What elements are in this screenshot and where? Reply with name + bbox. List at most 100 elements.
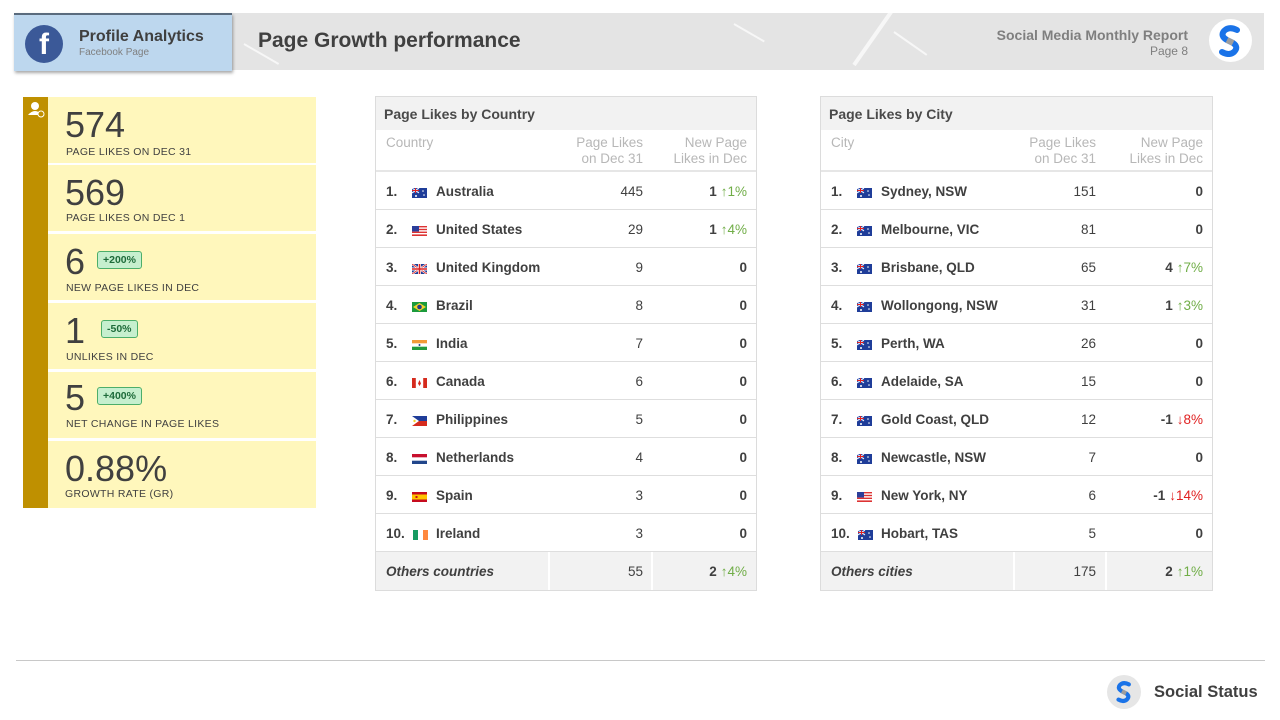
row-new-likes: 0 [739,298,747,313]
new-likes-value: 0 [739,298,747,313]
social-status-logo-icon [1209,19,1252,62]
row-page-likes: 55 [627,564,643,579]
new-likes-value: 0 [739,450,747,465]
table-row: 7. Gold Coast, QLD 12 -1 ↓8% [821,400,1212,438]
row-page-likes: 29 [627,222,643,237]
table-row: 10. Hobart, TAS 5 0 [821,514,1212,552]
row-name: Philippines [436,412,509,427]
kpi-accent-strip [23,97,48,508]
australia-flag-icon [856,376,872,388]
arrow-down-icon: ↓8% [1176,412,1203,427]
facebook-icon: f [25,25,63,63]
new-likes-value: 0 [1195,336,1203,351]
row-new-likes: 1 ↑3% [1165,298,1203,313]
table-row: 6. Canada 6 0 [376,362,756,400]
kpi-label: UNLIKES IN DEC [66,351,154,363]
row-page-likes: 65 [1080,260,1096,275]
row-name: New York, NY [881,488,968,503]
new-likes-value: 0 [1195,222,1203,237]
united-kingdom-flag-icon [411,262,428,275]
row-new-likes: 0 [739,260,747,275]
table-row-others: Others cities 175 2 ↑1% [821,552,1212,590]
new-likes-value: 2 [709,564,717,579]
row-rank: 1. [386,184,398,199]
row-name: Wollongong, NSW [881,298,998,313]
kpi-label: PAGE LIKES ON DEC 1 [66,212,186,224]
table-row: 4. Brazil 8 0 [376,286,756,324]
row-rank: 4. [831,298,843,313]
row-name: Others countries [386,564,495,579]
kpi-value: 5 [65,377,86,418]
column-header-city: City [831,135,855,150]
profile-analytics-box: f Profile Analytics Facebook Page [14,13,232,71]
row-rank: 5. [831,336,843,351]
table-row: 9. New York, NY 6 -1 ↓14% [821,476,1212,514]
row-rank: 9. [386,488,398,503]
change-percent: 1% [1183,564,1203,579]
row-page-likes: 3 [635,526,643,541]
row-page-likes: 5 [635,412,643,427]
table-row: 2. Melbourne, VIC 81 0 [821,210,1212,248]
row-page-likes: 31 [1080,298,1096,313]
row-name: Australia [436,184,494,199]
social-status-logo-icon [1107,675,1141,709]
new-likes-value: 1 [709,222,717,237]
row-page-likes: 3 [635,488,643,503]
australia-flag-icon [856,262,872,274]
row-name: India [436,336,468,351]
new-likes-value: 0 [739,488,747,503]
row-rank: 6. [386,374,398,389]
change-badge: +400% [97,387,142,405]
table-title: Page Likes by City [821,97,1212,130]
new-likes-value: -1 [1153,488,1166,503]
row-page-likes: 7 [1088,450,1096,465]
row-rank: 3. [831,260,843,275]
row-new-likes: 0 [739,374,747,389]
change-badge: +200% [97,251,142,269]
row-page-likes: 9 [635,260,643,275]
australia-flag-icon [856,224,872,236]
kpi-card: 1 -50% UNLIKES IN DEC [48,303,316,369]
change-percent: 4% [727,564,747,579]
row-page-likes: 8 [635,298,643,313]
new-likes-value: 0 [739,374,747,389]
arrow-up-icon: ↑4% [720,222,747,237]
row-new-likes: 4 ↑7% [1165,260,1203,275]
city-table: Page Likes by City City Page Likes on Dec… [820,96,1213,591]
row-new-likes: -1 ↓8% [1161,412,1203,427]
kpi-card: 569 PAGE LIKES ON DEC 1 [48,165,316,231]
new-likes-value: 0 [739,526,747,541]
row-new-likes: 2 ↑1% [1165,564,1203,579]
united-states-flag-icon [412,224,427,236]
column-separator [548,552,550,590]
table-header: Country Page Likes on Dec 31 New Page Like… [376,130,756,172]
arrow-up-icon: ↑7% [1176,260,1203,275]
table-row: 5. India 7 0 [376,324,756,362]
table-row: 3. United Kingdom 9 0 [376,248,756,286]
row-page-likes: 4 [635,450,643,465]
row-rank: 8. [386,450,398,465]
column-header-country: Country [386,135,434,150]
column-header-page-likes: Page Likes on Dec 31 [576,135,643,166]
report-title: Social Media Monthly Report [996,27,1188,43]
australia-flag-icon [856,300,872,312]
row-page-likes: 175 [1073,564,1096,579]
table-row: 8. Newcastle, NSW 7 0 [821,438,1212,476]
table-row: 1. Australia 445 1 ↑1% [376,172,756,210]
row-rank: 6. [831,374,843,389]
kpi-card: 5 +400% NET CHANGE IN PAGE LIKES [48,372,316,438]
row-name: Hobart, TAS [881,526,958,541]
row-rank: 8. [831,450,843,465]
row-new-likes: 0 [1195,222,1203,237]
row-new-likes: 0 [1195,526,1203,541]
row-new-likes: 0 [1195,374,1203,389]
row-new-likes: 1 ↑1% [709,184,747,199]
philippines-flag-icon [412,414,427,426]
change-percent: 7% [1183,260,1203,275]
kpi-label: PAGE LIKES ON DEC 31 [66,146,192,158]
row-rank: 9. [831,488,843,503]
column-header-new-likes: New Page Likes in Dec [673,135,747,166]
new-likes-value: 0 [739,336,747,351]
kpi-card: 0.88% GROWTH RATE (GR) [48,441,316,508]
row-new-likes: 0 [739,412,747,427]
